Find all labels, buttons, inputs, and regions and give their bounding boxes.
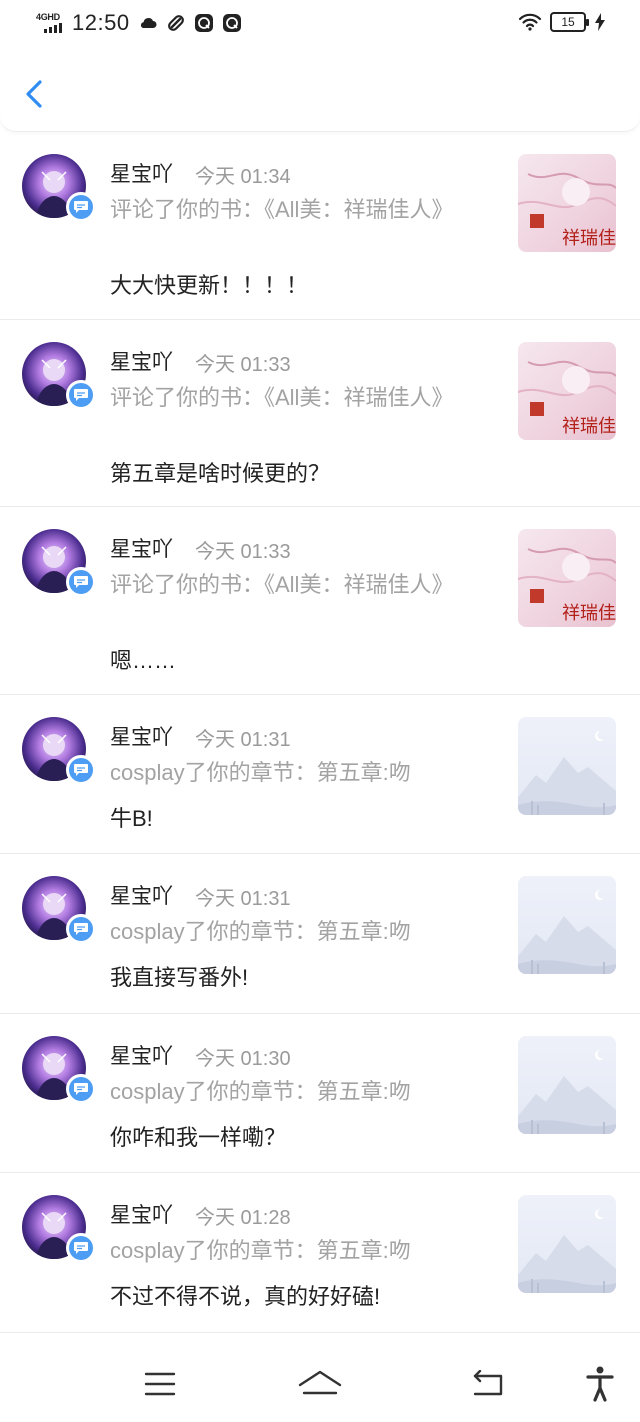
avatar[interactable]	[22, 1195, 96, 1267]
comment-text: 第五章是啥时候更的？	[110, 460, 331, 486]
comment-text: 牛B!	[110, 805, 153, 831]
back-icon	[473, 1370, 503, 1396]
status-bar: 4GHD 12:50 15	[0, 0, 640, 50]
chevron-left-icon	[26, 80, 42, 108]
avatar[interactable]	[22, 341, 96, 414]
comment-text: 大大快更新！！！！	[110, 273, 309, 298]
list-item[interactable]: 星宝吖 今天 01:31 cosplay了你的章节：第五章:吻 牛B!	[0, 695, 640, 854]
notification-list: 星宝吖 今天 01:34 评论了你的书：《All美：祥瑞佳人》 大大快更新！！！…	[0, 132, 640, 1333]
timestamp: 今天 01:33	[195, 541, 291, 563]
book-cover-thumbnail[interactable]: 祥瑞佳人	[518, 154, 616, 252]
image-placeholder-thumbnail[interactable]	[518, 716, 616, 815]
comment-text: 嗯……	[110, 648, 177, 673]
avatar[interactable]	[22, 876, 96, 948]
list-item[interactable]: 星宝吖 今天 01:34 评论了你的书：《All美：祥瑞佳人》 大大快更新！！！…	[0, 132, 640, 320]
user-name[interactable]: 星宝吖	[110, 721, 173, 751]
user-name[interactable]: 星宝吖	[110, 880, 173, 910]
action-text: 评论了你的书：《All美：祥瑞佳人》	[110, 572, 454, 597]
action-text: cosplay了你的章节：第五章:吻	[110, 919, 411, 944]
image-placeholder-thumbnail[interactable]	[518, 1035, 616, 1134]
charging-icon	[595, 13, 605, 31]
timestamp: 今天 01:30	[195, 1047, 291, 1070]
book-cover-thumbnail[interactable]: 祥瑞佳人	[518, 529, 616, 627]
book-title: 祥瑞佳人	[562, 416, 616, 437]
battery-indicator: 15	[550, 12, 589, 32]
home-icon	[298, 1370, 342, 1395]
wifi-icon	[518, 13, 542, 31]
avatar[interactable]	[22, 1035, 96, 1108]
action-text: cosplay了你的章节：第五章:吻	[110, 759, 411, 785]
image-placeholder-thumbnail[interactable]	[518, 876, 616, 974]
comment-badge-icon	[66, 379, 96, 410]
timestamp: 今天 01:31	[195, 888, 291, 910]
top-bar	[0, 50, 640, 132]
link-icon	[167, 15, 184, 31]
list-item[interactable]: 星宝吖 今天 01:33 评论了你的书：《All美：祥瑞佳人》 第五章是啥时候更…	[0, 320, 640, 507]
user-name[interactable]: 星宝吖	[110, 533, 173, 563]
comment-text: 我直接写番外!	[110, 965, 249, 990]
book-title: 祥瑞佳人	[562, 228, 616, 249]
comment-text: 你咋和我一样嘞？	[110, 1124, 287, 1150]
list-item[interactable]: 星宝吖 今天 01:30 cosplay了你的章节：第五章:吻 你咋和我一样嘞？	[0, 1014, 640, 1173]
image-placeholder-thumbnail[interactable]	[518, 1195, 616, 1293]
book-cover-thumbnail[interactable]: 祥瑞佳人	[518, 341, 616, 440]
user-name[interactable]: 星宝吖	[110, 158, 173, 188]
back-button[interactable]	[18, 74, 54, 114]
menu-icon	[144, 1372, 176, 1396]
user-name[interactable]: 星宝吖	[110, 1040, 173, 1070]
system-navigation-bar	[0, 1350, 640, 1422]
list-item[interactable]: 星宝吖 今天 01:28 cosplay了你的章节：第五章:吻 不过不得不说，真…	[0, 1173, 640, 1333]
timestamp: 今天 01:31	[195, 728, 291, 751]
action-text: cosplay了你的章节：第五章:吻	[110, 1078, 411, 1104]
timestamp: 今天 01:33	[195, 353, 291, 376]
action-text: cosplay了你的章节：第五章:吻	[110, 1238, 411, 1263]
cloud-icon	[140, 18, 157, 28]
comment-badge-icon	[66, 1233, 96, 1263]
list-item[interactable]: 星宝吖 今天 01:31 cosplay了你的章节：第五章:吻 我直接写番外!	[0, 854, 640, 1014]
app-notification-icon	[194, 14, 213, 32]
comment-badge-icon	[66, 754, 96, 785]
action-text: 评论了你的书：《All美：祥瑞佳人》	[110, 197, 454, 222]
menu-button[interactable]	[132, 1360, 188, 1408]
user-name[interactable]: 星宝吖	[110, 346, 173, 376]
network-type: 4GHD	[36, 12, 60, 22]
home-button[interactable]	[292, 1360, 348, 1408]
timestamp: 今天 01:28	[195, 1207, 291, 1229]
clock: 12:50	[72, 10, 130, 35]
cellular-signal-icon: 4GHD	[36, 10, 64, 36]
comment-badge-icon	[66, 914, 96, 944]
action-text: 评论了你的书：《All美：祥瑞佳人》	[110, 384, 454, 410]
timestamp: 今天 01:34	[195, 166, 291, 188]
app-notification-icon	[222, 14, 241, 32]
user-name[interactable]: 星宝吖	[110, 1199, 173, 1229]
comment-badge-icon	[66, 567, 96, 597]
comment-text: 不过不得不说，真的好好磕!	[110, 1284, 381, 1309]
list-item[interactable]: 星宝吖 今天 01:33 评论了你的书：《All美：祥瑞佳人》 嗯…… 祥瑞佳人	[0, 507, 640, 695]
comment-badge-icon	[66, 192, 96, 222]
accessibility-button[interactable]	[572, 1360, 628, 1408]
book-title: 祥瑞佳人	[562, 603, 616, 624]
avatar[interactable]	[22, 716, 96, 789]
comment-badge-icon	[66, 1073, 96, 1104]
accessibility-icon	[586, 1366, 614, 1402]
avatar[interactable]	[22, 529, 96, 601]
avatar[interactable]	[22, 154, 96, 226]
back-nav-button[interactable]	[460, 1360, 516, 1408]
